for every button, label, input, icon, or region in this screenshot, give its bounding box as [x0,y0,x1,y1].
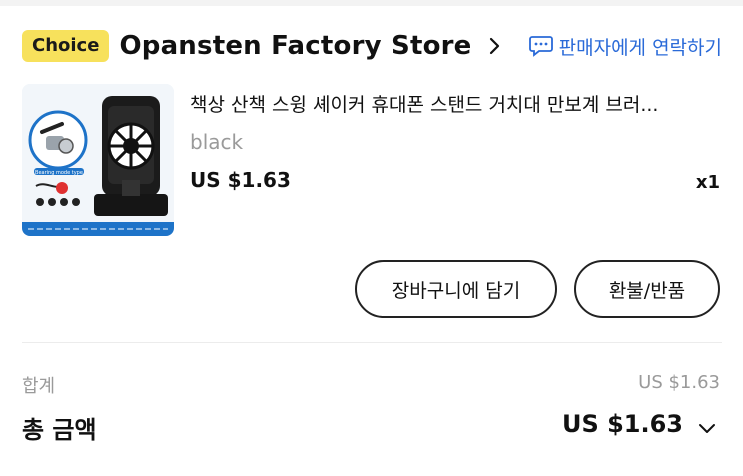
divider [22,342,722,343]
chevron-right-icon[interactable] [484,36,504,56]
product-item: Bearing mode type 책상 산책 스윙 셰이커 휴대폰 스탠드 거… [22,84,722,240]
contact-seller-label: 판매자에게 연락하기 [558,36,722,59]
subtotal-label: 합계 [22,376,56,397]
product-quantity: x1 [695,172,720,193]
contact-seller-link[interactable]: 판매자에게 연락하기 [528,33,722,60]
chat-icon [528,36,553,57]
product-thumbnail[interactable]: Bearing mode type [22,84,174,236]
total-label: 총 금액 [22,416,97,444]
choice-badge: Choice [22,30,110,62]
product-variant: black [190,130,244,154]
chevron-down-icon[interactable] [697,418,717,438]
add-to-cart-button[interactable]: 장바구니에 담기 [355,260,557,318]
subtotal-value: US $1.63 [638,372,720,393]
top-separator [0,0,743,6]
phone-stand-image: Bearing mode type [22,84,174,236]
refund-return-button[interactable]: 환불/반품 [574,260,720,318]
store-name-link[interactable]: Opansten Factory Store [119,31,471,61]
product-price: US $1.63 [190,168,291,192]
total-value[interactable]: US $1.63 [562,410,683,438]
thumb-caption: Bearing mode type [35,170,83,176]
store-header: Choice Opansten Factory Store 판매자에게 연락하기 [22,26,722,66]
product-title[interactable]: 책상 산책 스윙 셰이커 휴대폰 스탠드 거치대 만보계 브러... [190,90,720,117]
